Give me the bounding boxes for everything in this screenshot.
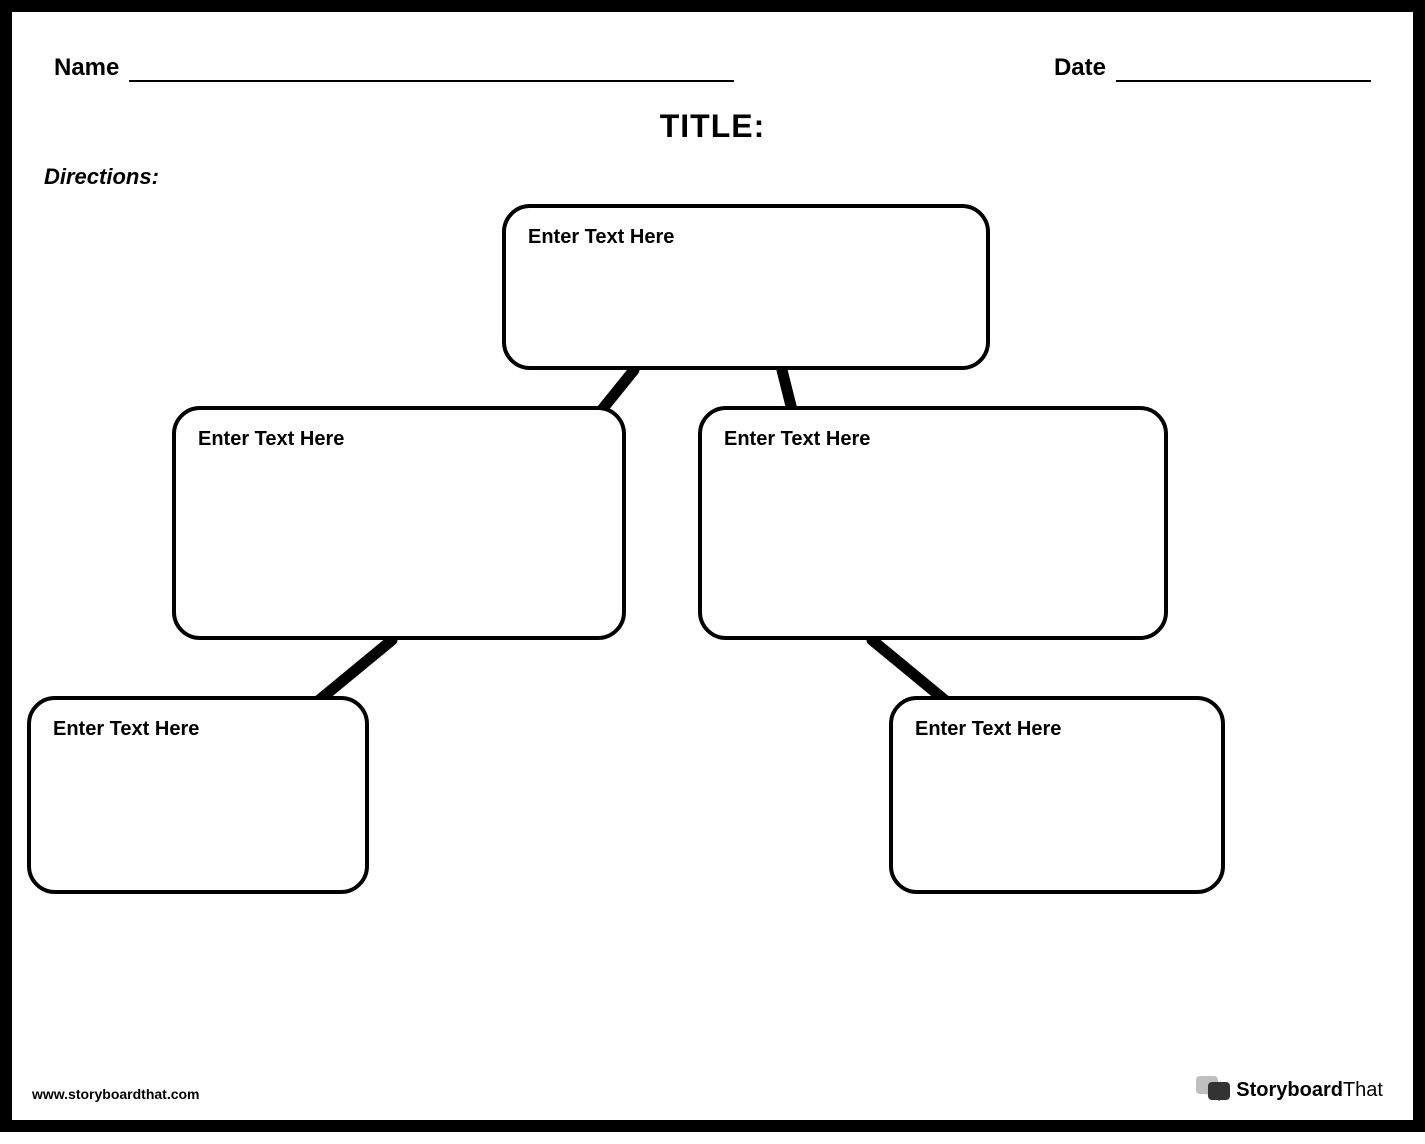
- worksheet-frame: Name Date TITLE: Directions: Enter Text …: [0, 0, 1425, 1132]
- text-box-middle-left[interactable]: Enter Text Here: [172, 406, 626, 640]
- page-title[interactable]: TITLE:: [12, 108, 1413, 145]
- text-box-bottom-left[interactable]: Enter Text Here: [27, 696, 369, 894]
- directions-label: Directions:: [44, 164, 159, 190]
- name-label: Name: [54, 54, 119, 82]
- text-box-top-placeholder: Enter Text Here: [528, 226, 964, 249]
- name-input-line[interactable]: [129, 80, 734, 82]
- footer-logo-bold: Storyboard: [1236, 1079, 1343, 1101]
- text-box-bottom-right[interactable]: Enter Text Here: [889, 696, 1225, 894]
- text-box-bottom-right-placeholder: Enter Text Here: [915, 718, 1199, 741]
- text-box-bottom-left-placeholder: Enter Text Here: [53, 718, 343, 741]
- date-label: Date: [1054, 54, 1106, 82]
- date-input-line[interactable]: [1116, 80, 1371, 82]
- text-box-middle-left-placeholder: Enter Text Here: [198, 428, 600, 451]
- text-box-middle-right[interactable]: Enter Text Here: [698, 406, 1168, 640]
- name-field: Name: [54, 54, 734, 82]
- footer-logo: StoryboardThat: [1196, 1076, 1383, 1104]
- date-field: Date: [1054, 54, 1371, 82]
- header-row: Name Date: [54, 54, 1371, 82]
- text-box-top[interactable]: Enter Text Here: [502, 204, 990, 370]
- footer-logo-light: That: [1343, 1079, 1383, 1101]
- footer-logo-text: StoryboardThat: [1236, 1079, 1383, 1102]
- text-box-middle-right-placeholder: Enter Text Here: [724, 428, 1142, 451]
- speech-bubble-icon: [1196, 1076, 1230, 1104]
- footer-url: www.storyboardthat.com: [32, 1086, 200, 1102]
